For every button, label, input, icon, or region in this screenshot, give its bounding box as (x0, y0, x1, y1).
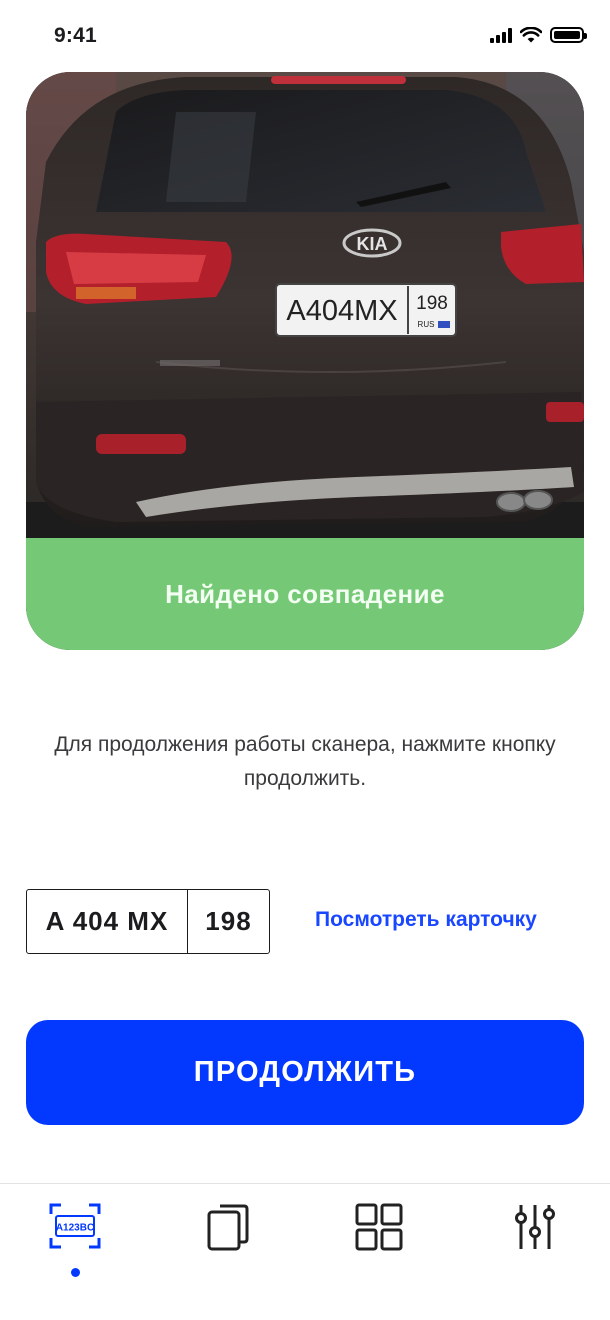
instruction-text: Для продолжения работы сканера, нажмите … (54, 733, 556, 790)
tab-grid[interactable] (339, 1202, 419, 1272)
car-brand-logo: KIA (357, 234, 388, 254)
match-found-banner: Найдено совпадение (26, 538, 584, 650)
tab-bar: A123BC (0, 1183, 610, 1320)
battery-icon (550, 27, 587, 43)
plate-number: A 404 MX (27, 890, 188, 953)
active-tab-indicator (71, 1268, 80, 1277)
scanner-icon-label: A123BC (56, 1223, 94, 1234)
car-photo: KIA А404МХ 198 RUS (26, 72, 584, 538)
scan-result-card: KIA А404МХ 198 RUS Найдено совпадение (26, 72, 584, 650)
match-found-text: Найдено совпадение (165, 578, 445, 609)
plate-scanner-icon: A123BC (49, 1203, 101, 1249)
continue-button[interactable]: ПРОДОЛЖИТЬ (26, 1020, 584, 1125)
view-card-link[interactable]: Посмотреть карточку (315, 908, 537, 932)
status-time: 9:41 (54, 24, 97, 47)
status-bar: 9:41 (0, 0, 610, 72)
photo-plate-country: RUS (418, 320, 435, 329)
copy-documents-icon (207, 1204, 249, 1251)
tab-settings[interactable] (495, 1202, 575, 1272)
photo-plate-region: 198 (416, 293, 448, 314)
status-icons (490, 27, 587, 43)
tab-scanner[interactable]: A123BC (35, 1202, 115, 1272)
grid-icon (355, 1203, 403, 1251)
tab-documents[interactable] (188, 1202, 268, 1272)
wifi-icon (520, 27, 542, 43)
cellular-signal-icon (490, 27, 512, 43)
recognized-plate: A 404 MX 198 (26, 889, 270, 954)
sliders-icon (515, 1205, 555, 1249)
plate-region: 198 (205, 906, 252, 936)
photo-plate-number: А404МХ (286, 295, 397, 327)
